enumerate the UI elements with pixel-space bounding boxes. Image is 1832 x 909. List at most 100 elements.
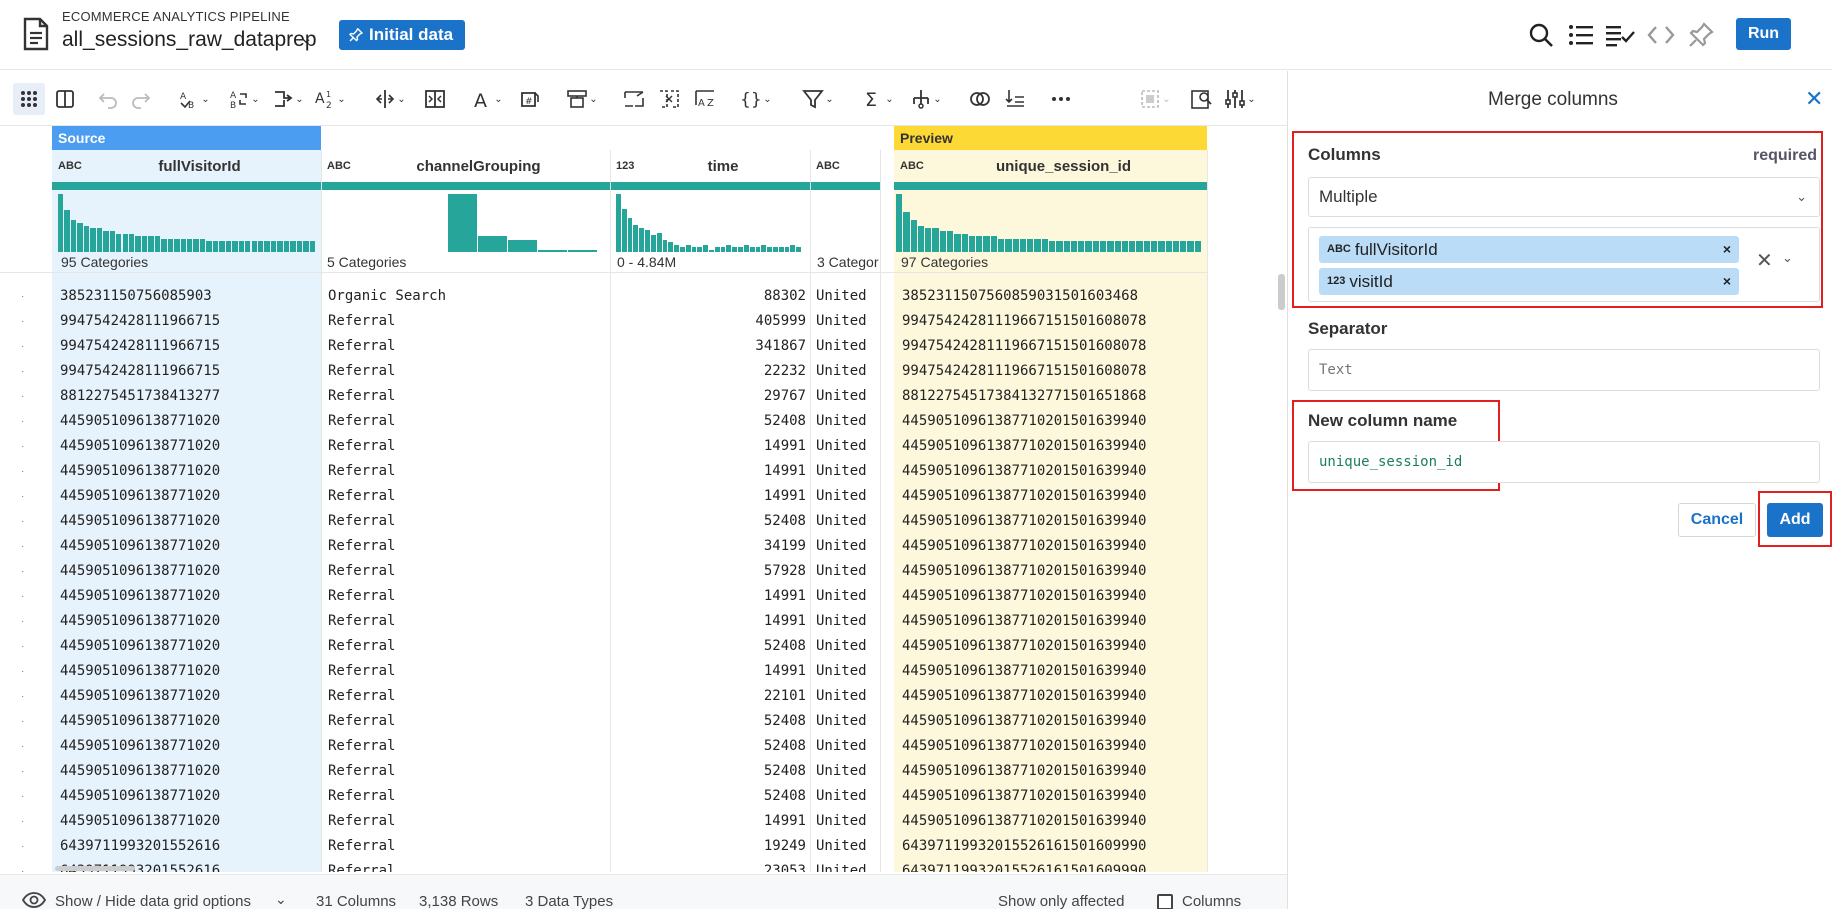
histogram-bar[interactable]	[755, 247, 761, 252]
remove-chip-icon[interactable]: ×	[1723, 236, 1731, 263]
histogram-bar[interactable]	[925, 228, 932, 252]
select-icon[interactable]: ⌄	[1135, 83, 1175, 115]
table-cell[interactable]: 4459051096138771020	[60, 809, 320, 834]
table-cell[interactable]: 23053	[616, 859, 806, 872]
search-icon[interactable]	[1526, 20, 1556, 50]
table-cell[interactable]: United	[816, 559, 880, 584]
column-header-channelGrouping[interactable]: ABC channelGrouping	[321, 150, 610, 182]
table-cell[interactable]: 4459051096138771020	[60, 534, 320, 559]
histogram-bar[interactable]	[116, 233, 122, 252]
checklist-icon[interactable]	[1605, 20, 1635, 50]
table-cell[interactable]: 9947542428111966715	[60, 309, 320, 334]
table-cell[interactable]: 52408	[616, 734, 806, 759]
table-cell[interactable]: 88122754517384132771501651868	[902, 384, 1202, 409]
row-handle[interactable]: ·	[21, 759, 27, 784]
table-cell[interactable]: United	[816, 859, 880, 872]
table-cell[interactable]: United	[816, 784, 880, 809]
undo-icon[interactable]	[95, 83, 121, 115]
histogram-bar[interactable]	[257, 241, 264, 252]
export-icon[interactable]	[1186, 83, 1216, 115]
table-cell[interactable]: Referral	[328, 409, 608, 434]
table-cell[interactable]: 4459051096138771020	[60, 409, 320, 434]
table-cell[interactable]: United	[816, 684, 880, 709]
table-cell[interactable]: 22101	[616, 684, 806, 709]
histogram-bar[interactable]	[1187, 241, 1194, 252]
chevron-down-icon[interactable]: ⌄	[300, 29, 313, 47]
table-cell[interactable]: United	[816, 609, 880, 634]
histogram-bar[interactable]	[1092, 241, 1099, 252]
table-cell[interactable]: United	[816, 659, 880, 684]
table-cell[interactable]: 44590510961387710201501639940	[902, 559, 1202, 584]
histogram-channelGrouping[interactable]	[328, 190, 598, 252]
histogram-bar[interactable]	[796, 247, 801, 252]
histogram-bar[interactable]	[732, 247, 738, 252]
histogram-bar[interactable]	[1100, 241, 1107, 252]
table-cell[interactable]: United	[816, 359, 880, 384]
table-cell[interactable]: Referral	[328, 334, 608, 359]
row-handle[interactable]: ·	[21, 709, 27, 734]
row-handle[interactable]: ·	[21, 409, 27, 434]
table-cell[interactable]: 4459051096138771020	[60, 509, 320, 534]
histogram-bar[interactable]	[180, 238, 186, 252]
separator-input[interactable]	[1308, 349, 1820, 391]
histogram-bar[interactable]	[478, 235, 507, 252]
table-cell[interactable]: 44590510961387710201501639940	[902, 734, 1202, 759]
histogram-bar[interactable]	[961, 233, 968, 252]
table-cell[interactable]: Referral	[328, 734, 608, 759]
histogram-bar[interactable]	[903, 212, 910, 252]
histogram-bar[interactable]	[212, 241, 219, 252]
sort-icon[interactable]: A 2 1 ⌄	[310, 83, 350, 115]
count-icon[interactable]: #	[515, 83, 543, 115]
histogram-bar[interactable]	[685, 244, 691, 252]
histogram-bar[interactable]	[64, 209, 70, 252]
table-cell[interactable]: Referral	[328, 484, 608, 509]
restructure-icon[interactable]: ⌄	[560, 83, 604, 115]
table-cell[interactable]: 4459051096138771020	[60, 584, 320, 609]
table-cell[interactable]: 14991	[616, 809, 806, 834]
table-cell[interactable]: United	[816, 434, 880, 459]
table-cell[interactable]: Referral	[328, 309, 608, 334]
table-cell[interactable]: Referral	[328, 459, 608, 484]
table-cell[interactable]: 341867	[616, 334, 806, 359]
histogram-bar[interactable]	[568, 249, 597, 252]
histogram-bar[interactable]	[128, 233, 135, 252]
histogram-bar[interactable]	[109, 230, 116, 252]
histogram-bar[interactable]	[1005, 238, 1012, 252]
row-handle[interactable]: ·	[21, 734, 27, 759]
table-cell[interactable]: Referral	[328, 359, 608, 384]
format-icon[interactable]: A B ⌄	[172, 83, 216, 115]
histogram-bar[interactable]	[939, 230, 946, 252]
histogram-bar[interactable]	[167, 238, 174, 252]
column-header-country[interactable]: ABC	[810, 150, 880, 182]
table-cell[interactable]: United	[816, 409, 880, 434]
histogram-bar[interactable]	[1143, 241, 1150, 252]
extract-icon[interactable]	[420, 83, 450, 115]
column-chip[interactable]: ABC fullVisitorId ×	[1319, 236, 1739, 263]
table-cell[interactable]: 99475424281119667151501608078	[902, 309, 1202, 334]
table-cell[interactable]: Referral	[328, 509, 608, 534]
histogram-bar[interactable]	[206, 241, 212, 252]
row-handle[interactable]: ·	[21, 384, 27, 409]
table-cell[interactable]: United	[816, 284, 880, 309]
histogram-bar[interactable]	[1121, 241, 1129, 252]
histogram-bar[interactable]	[1165, 241, 1172, 252]
join-icon[interactable]	[965, 83, 995, 115]
new-column-name-input[interactable]	[1308, 441, 1820, 483]
table-cell[interactable]: 52408	[616, 634, 806, 659]
table-cell[interactable]: Referral	[328, 559, 608, 584]
table-cell[interactable]: 88302	[616, 284, 806, 309]
table-cell[interactable]: 6439711993201552616	[60, 834, 320, 859]
row-handle[interactable]: ·	[21, 459, 27, 484]
column-header-unique_session_id[interactable]: ABC unique_session_id	[894, 150, 1207, 182]
histogram-bar[interactable]	[219, 241, 225, 252]
table-cell[interactable]: 52408	[616, 784, 806, 809]
rename-icon[interactable]	[620, 83, 648, 115]
table-cell[interactable]: 44590510961387710201501639940	[902, 434, 1202, 459]
histogram-bar[interactable]	[1070, 241, 1078, 252]
transform-icon[interactable]: AZ	[690, 83, 720, 115]
histogram-bar[interactable]	[193, 238, 199, 252]
histogram-bar[interactable]	[910, 220, 917, 252]
recipe-name[interactable]: all_sessions_raw_dataprep	[62, 28, 317, 52]
table-cell[interactable]: 405999	[616, 309, 806, 334]
row-handle[interactable]: ·	[21, 784, 27, 809]
